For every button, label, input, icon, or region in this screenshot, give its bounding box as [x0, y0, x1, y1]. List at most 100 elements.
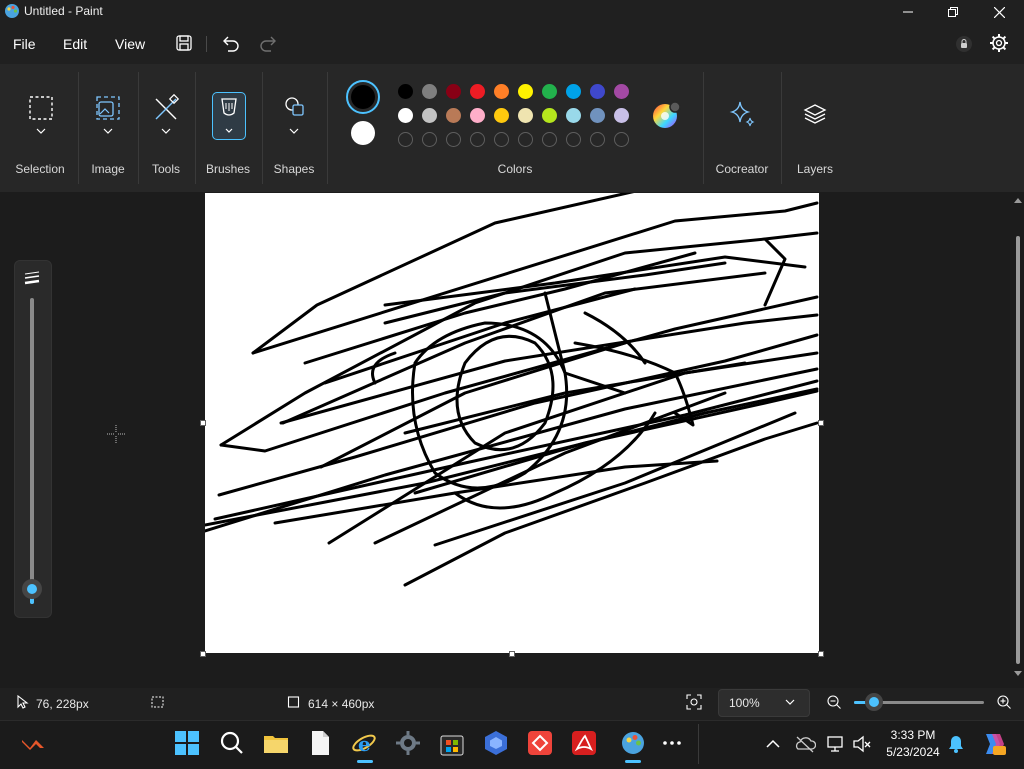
palette-swatch[interactable]: [566, 108, 581, 123]
palette-swatch[interactable]: [446, 108, 461, 123]
palette-swatch[interactable]: [542, 108, 557, 123]
palette-swatch[interactable]: [590, 84, 605, 99]
tools-button[interactable]: [147, 90, 185, 140]
palette-swatch[interactable]: [494, 84, 509, 99]
scrollbar-thumb[interactable]: [1016, 236, 1020, 664]
chevron-down-icon: [289, 128, 299, 134]
restore-icon: [948, 7, 958, 17]
zoom-out-button[interactable]: [826, 694, 842, 710]
save-button[interactable]: [168, 32, 200, 56]
palette-swatch[interactable]: [566, 84, 581, 99]
menu-view[interactable]: View: [115, 36, 145, 52]
settings-app-button[interactable]: [395, 730, 421, 756]
menu-edit[interactable]: Edit: [63, 36, 87, 52]
settings-button[interactable]: [988, 32, 1010, 54]
copilot-icon: [986, 734, 1006, 755]
acrobat-button[interactable]: [571, 730, 597, 756]
menu-file[interactable]: File: [13, 36, 36, 52]
close-button[interactable]: [976, 0, 1022, 24]
custom-color-slot[interactable]: [542, 132, 557, 147]
palette-swatch[interactable]: [398, 108, 413, 123]
custom-color-slot[interactable]: [614, 132, 629, 147]
microsoft-store-button[interactable]: [439, 730, 465, 756]
fit-to-window-button[interactable]: [685, 693, 703, 711]
edit-colors-button[interactable]: [651, 100, 681, 130]
crosshair-cursor-icon: [107, 425, 125, 443]
palette-swatch[interactable]: [614, 84, 629, 99]
undo-button[interactable]: [214, 32, 246, 56]
scroll-up-icon[interactable]: [1013, 196, 1023, 204]
palette-swatch[interactable]: [518, 108, 533, 123]
redo-button[interactable]: [253, 32, 285, 56]
custom-color-slot[interactable]: [422, 132, 437, 147]
windows-logo-icon: [175, 731, 199, 755]
resize-handle-bottom-left[interactable]: [200, 651, 206, 657]
palette-swatch[interactable]: [422, 108, 437, 123]
palette-swatch[interactable]: [446, 84, 461, 99]
restore-button[interactable]: [930, 0, 976, 24]
search-button[interactable]: [219, 730, 245, 756]
notepad-button[interactable]: [307, 730, 333, 756]
palette-swatch[interactable]: [398, 84, 413, 99]
menu-divider: [206, 36, 207, 52]
internet-explorer-button[interactable]: e: [351, 730, 377, 756]
palette-swatch[interactable]: [494, 108, 509, 123]
taskbar-divider: [698, 724, 699, 764]
resize-handle-bottom-right[interactable]: [818, 651, 824, 657]
brushes-button[interactable]: [212, 92, 246, 140]
custom-color-slot[interactable]: [446, 132, 461, 147]
account-button[interactable]: [954, 34, 974, 54]
custom-color-slot[interactable]: [398, 132, 413, 147]
group-label-cocreator: Cocreator: [715, 162, 769, 176]
scroll-down-icon[interactable]: [1013, 670, 1023, 678]
chevron-down-icon: [161, 128, 171, 134]
custom-color-slot[interactable]: [566, 132, 581, 147]
network-icon[interactable]: [826, 734, 846, 754]
secondary-color-button[interactable]: [351, 121, 375, 145]
cocreator-button[interactable]: [726, 98, 758, 130]
onedrive-offline-icon[interactable]: [794, 734, 816, 754]
resize-handle-right[interactable]: [818, 420, 824, 426]
palette-swatch[interactable]: [470, 84, 485, 99]
palette-swatch[interactable]: [590, 108, 605, 123]
clock-date[interactable]: 5/23/2024: [876, 745, 950, 759]
palette-swatch[interactable]: [614, 108, 629, 123]
palette-swatch[interactable]: [518, 84, 533, 99]
custom-color-slot[interactable]: [494, 132, 509, 147]
palette-swatch[interactable]: [422, 84, 437, 99]
custom-color-slot[interactable]: [470, 132, 485, 147]
volume-muted-icon[interactable]: [852, 734, 872, 754]
layers-button[interactable]: [800, 100, 830, 130]
zoom-slider-thumb[interactable]: [864, 693, 883, 711]
brush-size-track[interactable]: [30, 298, 34, 604]
palette-swatch[interactable]: [542, 84, 557, 99]
paint-taskbar-button[interactable]: [620, 730, 646, 756]
image-tool-button[interactable]: [89, 90, 127, 140]
selection-tool-button[interactable]: [22, 90, 60, 140]
notifications-button[interactable]: [947, 734, 965, 754]
drawing-canvas[interactable]: [205, 193, 819, 653]
anydesk-button[interactable]: [527, 730, 553, 756]
custom-color-slot[interactable]: [518, 132, 533, 147]
pointer-position-icon: [17, 694, 29, 709]
show-hidden-icons-button[interactable]: [764, 736, 782, 752]
resize-handle-left[interactable]: [200, 420, 206, 426]
color-palette: [398, 84, 634, 150]
file-explorer-button[interactable]: [263, 730, 289, 756]
clock-time[interactable]: 3:33 PM: [880, 728, 946, 742]
start-button[interactable]: [174, 730, 200, 756]
minimize-button[interactable]: [885, 0, 931, 24]
resize-handle-bottom[interactable]: [509, 651, 515, 657]
canvas-size-icon: [287, 696, 300, 708]
palette-swatch[interactable]: [470, 108, 485, 123]
primary-color-button[interactable]: [346, 80, 380, 114]
custom-color-slot[interactable]: [590, 132, 605, 147]
copilot-preview-button[interactable]: [980, 732, 1006, 756]
brush-size-thumb[interactable]: [22, 578, 42, 599]
zoom-in-button[interactable]: [996, 694, 1012, 710]
shapes-button[interactable]: [275, 90, 313, 140]
lock-icon: [956, 36, 972, 52]
copilot-app-button[interactable]: [483, 730, 509, 756]
widgets-button[interactable]: [20, 732, 46, 754]
more-apps-button[interactable]: [659, 730, 685, 756]
